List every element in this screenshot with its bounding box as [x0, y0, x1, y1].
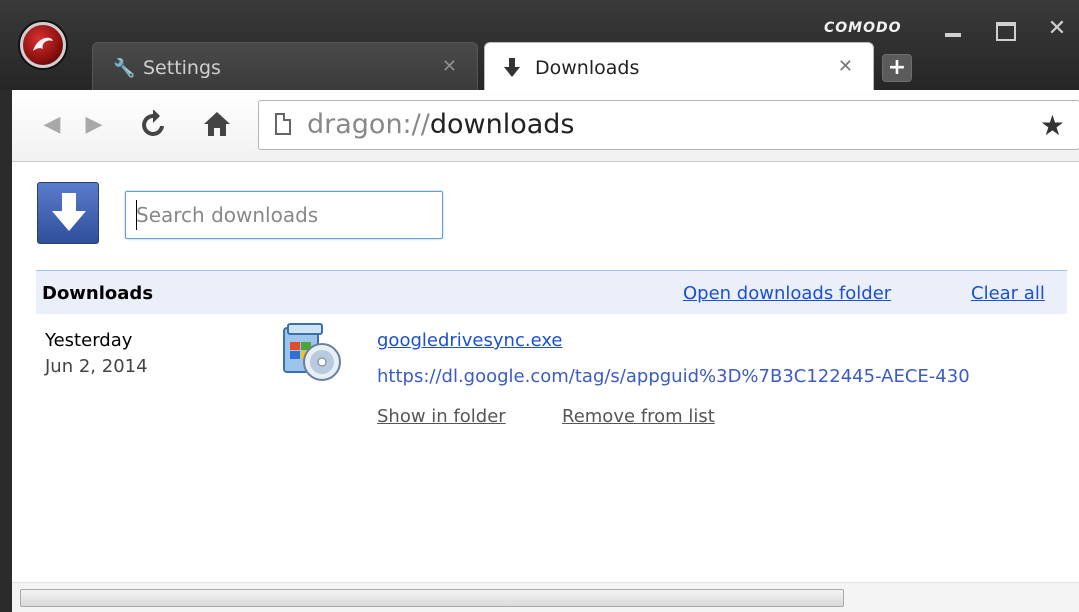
new-tab-button[interactable]: + — [882, 54, 912, 82]
downloads-page: Downloads Open downloads folder Clear al… — [12, 162, 1079, 612]
wrench-icon: 🔧 — [113, 58, 136, 79]
back-button[interactable]: ◀ — [38, 110, 66, 140]
horizontal-scrollbar[interactable] — [12, 582, 1079, 612]
show-in-folder-link[interactable]: Show in folder — [377, 406, 506, 427]
tab-label: Downloads — [535, 57, 640, 79]
download-file-name-link[interactable]: googledrivesync.exe — [377, 330, 563, 351]
clear-all-link[interactable]: Clear all — [971, 283, 1045, 304]
scrollbar-thumb[interactable] — [20, 589, 844, 607]
url-text[interactable]: dragon://downloads — [307, 109, 574, 140]
reload-button[interactable] — [138, 109, 168, 140]
browser-frame: ◀ ▶ dragon://downloads ★ Downloads Op — [12, 90, 1079, 612]
maximize-button[interactable] — [988, 12, 1022, 46]
search-downloads-input[interactable] — [125, 191, 443, 239]
download-date: Jun 2, 2014 — [45, 356, 148, 377]
page-icon — [275, 113, 291, 135]
downloads-logo-icon — [37, 182, 99, 244]
title-bar: COMODO ✕ 🔧 Settings ✕ Downloads ✕ + — [0, 0, 1079, 92]
download-source-url[interactable]: https://dl.google.com/tag/s/appguid%3D%7… — [377, 366, 1067, 387]
browser-window: COMODO ✕ 🔧 Settings ✕ Downloads ✕ + ◀ ▶ — [0, 0, 1079, 612]
remove-from-list-link[interactable]: Remove from list — [562, 406, 715, 427]
bookmark-star-icon[interactable]: ★ — [1040, 109, 1065, 142]
address-bar[interactable]: dragon://downloads ★ — [258, 100, 1079, 150]
tab-downloads[interactable]: Downloads ✕ — [484, 42, 874, 92]
close-tab-icon[interactable]: ✕ — [838, 56, 853, 77]
toolbar: ◀ ▶ dragon://downloads ★ — [12, 90, 1079, 162]
home-button[interactable] — [200, 110, 234, 140]
date-label: Yesterday — [45, 330, 133, 351]
brand-label: COMODO — [824, 20, 902, 36]
close-window-button[interactable]: ✕ — [1040, 12, 1074, 46]
section-title: Downloads — [42, 283, 154, 304]
forward-button[interactable]: ▶ — [80, 110, 108, 140]
open-downloads-folder-link[interactable]: Open downloads folder — [683, 283, 891, 304]
text-caret — [136, 200, 137, 230]
tab-label: Settings — [143, 57, 221, 79]
installer-file-icon — [278, 322, 344, 384]
comodo-dragon-logo-icon[interactable] — [20, 22, 66, 68]
download-arrow-icon — [503, 58, 521, 83]
close-tab-icon[interactable]: ✕ — [442, 56, 457, 77]
downloads-header-bar: Downloads Open downloads folder Clear al… — [36, 270, 1067, 314]
minimize-button[interactable] — [936, 12, 970, 46]
tab-settings[interactable]: 🔧 Settings ✕ — [92, 42, 478, 92]
